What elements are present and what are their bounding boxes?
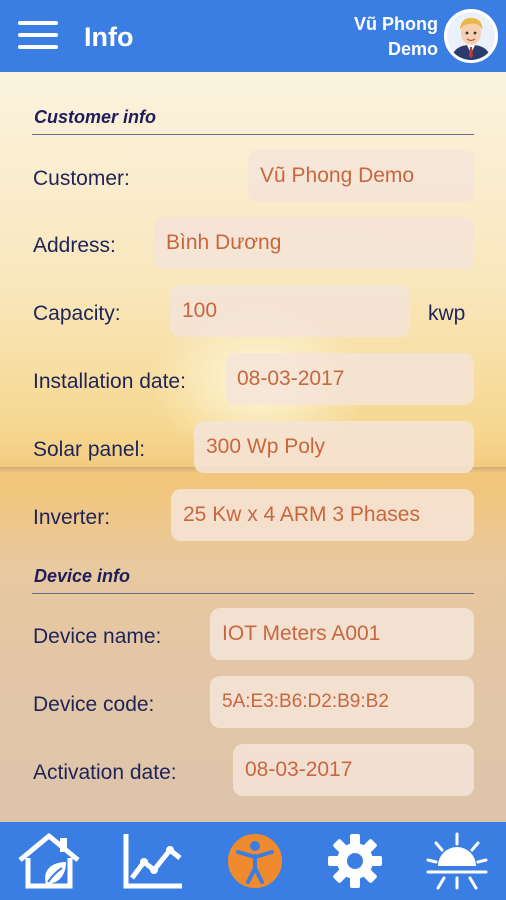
section-divider <box>32 134 474 135</box>
device-code-label: Device code: <box>33 693 155 716</box>
inverter-field[interactable]: 25 Kw x 4 ARM 3 Phases <box>171 489 474 541</box>
user-name[interactable]: Vũ Phong Demo <box>354 12 438 62</box>
customer-info-title: Customer info <box>34 107 157 127</box>
solar-panel-label: Solar panel: <box>33 438 146 461</box>
device-name-label: Device name: <box>33 625 162 648</box>
activation-date-label: Activation date: <box>33 761 177 784</box>
activation-date-field[interactable]: 08-03-2017 <box>233 744 474 796</box>
user-name-line1: Vũ Phong <box>354 14 438 34</box>
user-name-line2: Demo <box>387 39 438 59</box>
info-content[interactable]: Customer info Customer: Vũ Phong Demo Ad… <box>0 72 506 822</box>
hamburger-menu-icon[interactable] <box>18 21 58 51</box>
installation-date-label: Installation date: <box>33 370 186 393</box>
avatar[interactable] <box>444 9 498 63</box>
bottom-nav <box>0 822 506 900</box>
capacity-unit: kwp <box>428 302 466 325</box>
installation-date-field[interactable]: 08-03-2017 <box>225 353 474 405</box>
section-divider <box>32 593 474 594</box>
chart-line-icon[interactable] <box>120 830 186 892</box>
inverter-label: Inverter: <box>33 506 111 529</box>
device-info-title: Device info <box>34 566 131 586</box>
customer-field[interactable]: Vũ Phong Demo <box>248 150 474 202</box>
solar-panel-field[interactable]: 300 Wp Poly <box>194 421 474 473</box>
device-code-field[interactable]: 5A:E3:B6:D2:B9:B2 <box>210 676 474 728</box>
gear-icon[interactable] <box>322 830 388 892</box>
home-eco-icon[interactable] <box>16 830 82 892</box>
capacity-field[interactable]: 100 <box>170 285 410 337</box>
page-title: Info <box>84 22 134 52</box>
person-icon[interactable] <box>222 830 288 892</box>
address-label: Address: <box>33 234 116 257</box>
capacity-label: Capacity: <box>33 302 121 325</box>
device-name-field[interactable]: IOT Meters A001 <box>210 608 474 660</box>
sun-icon[interactable] <box>424 830 490 892</box>
customer-label: Customer: <box>33 167 130 190</box>
address-field[interactable]: Bình Dương <box>154 217 474 269</box>
app-header: Info Vũ Phong Demo <box>0 0 506 72</box>
